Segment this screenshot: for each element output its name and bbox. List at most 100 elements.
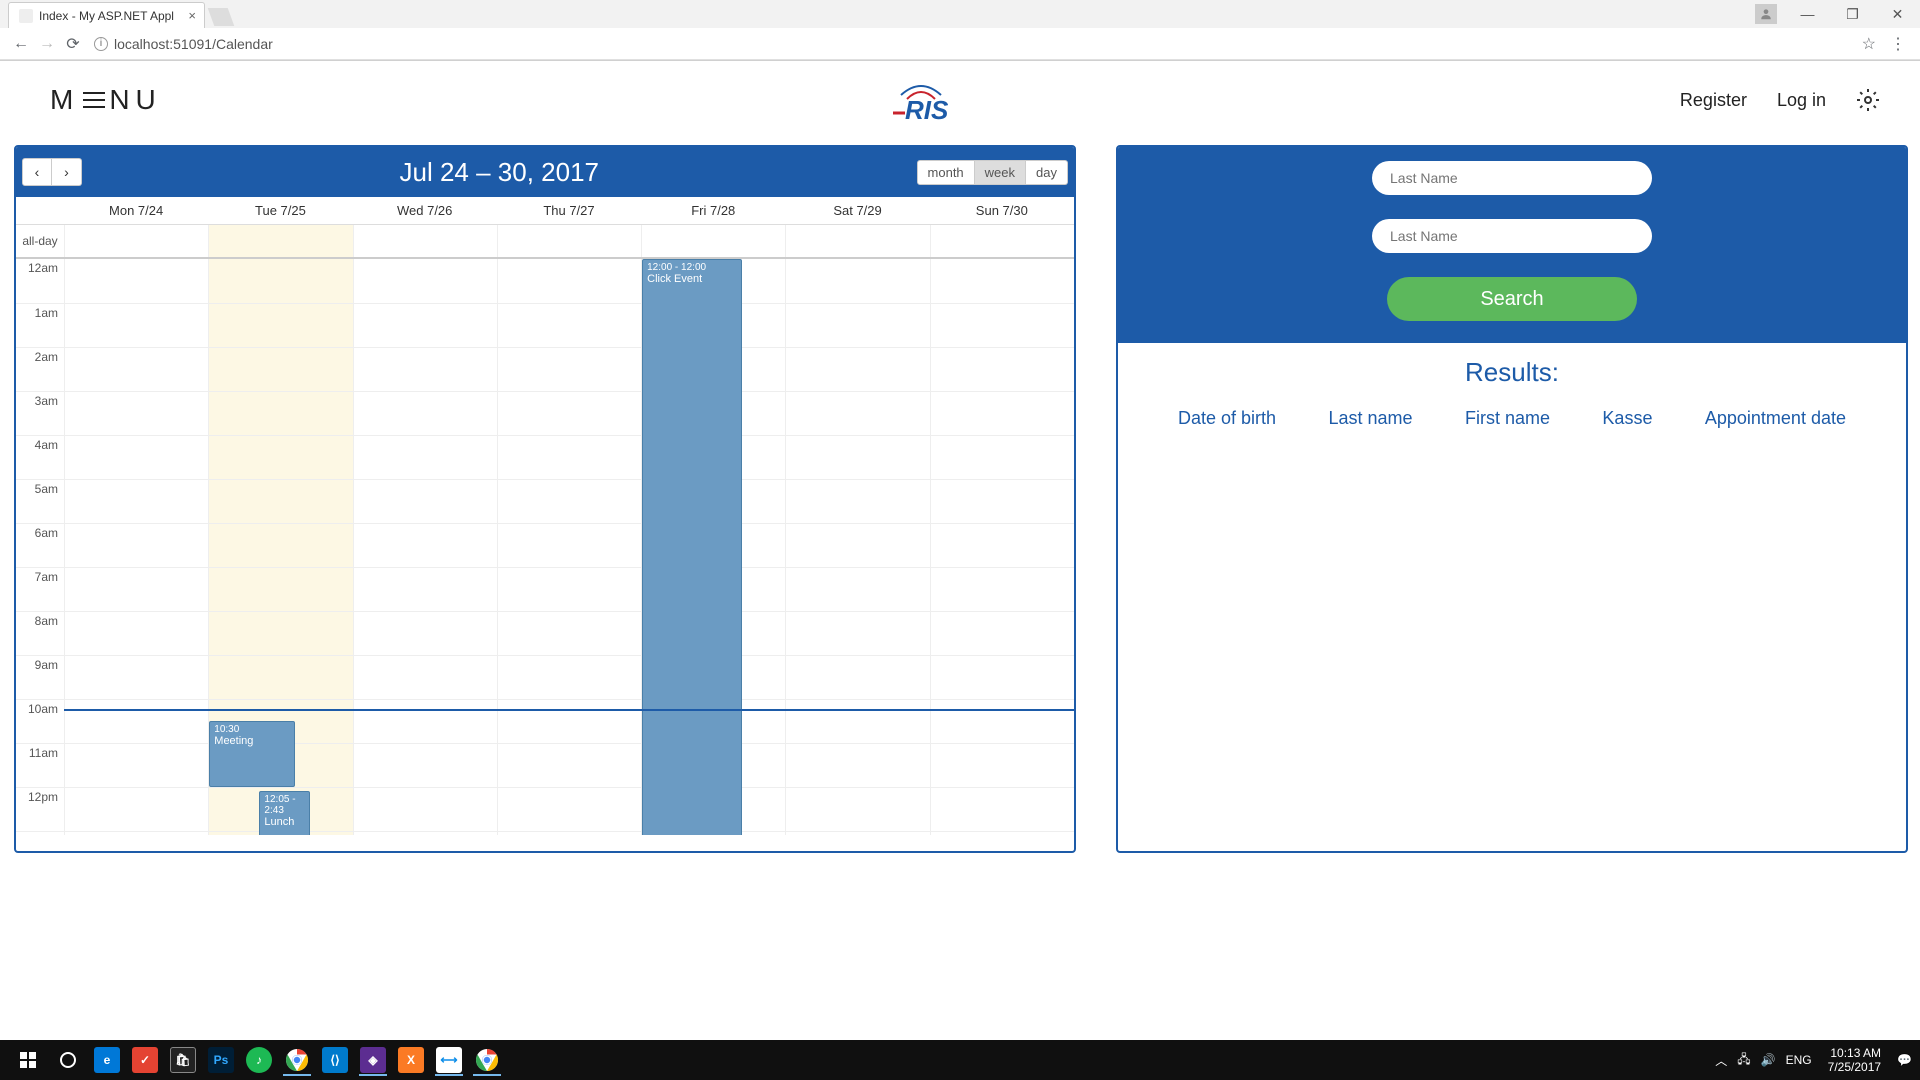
day-header[interactable]: Wed 7/26: [353, 197, 497, 224]
day-header[interactable]: Thu 7/27: [497, 197, 641, 224]
tray-time: 10:13 AM: [1828, 1046, 1881, 1060]
menu-letter-m: M: [50, 84, 79, 116]
taskbar-app-store[interactable]: 🛍: [165, 1044, 201, 1076]
results-title: Results:: [1158, 357, 1866, 388]
hour-label: 10am: [16, 699, 64, 743]
calendar-event[interactable]: 12:00 - 12:00Click Event: [642, 259, 742, 835]
allday-cell[interactable]: [497, 225, 641, 257]
taskbar-app-chrome[interactable]: [279, 1044, 315, 1076]
day-header[interactable]: Fri 7/28: [641, 197, 785, 224]
tray-network-icon[interactable]: 🖧: [1737, 1050, 1750, 1071]
taskbar-app-xampp[interactable]: X: [393, 1044, 429, 1076]
close-window-button[interactable]: ✕: [1875, 0, 1920, 28]
now-indicator: [64, 709, 1074, 711]
taskbar-app-edge[interactable]: e: [89, 1044, 125, 1076]
lastname-input-2[interactable]: [1372, 219, 1652, 253]
hour-label: 11am: [16, 743, 64, 787]
hour-label: 2am: [16, 347, 64, 391]
new-tab-button[interactable]: [208, 8, 235, 26]
site-info-icon[interactable]: i: [94, 37, 108, 51]
user-icon[interactable]: [1755, 4, 1777, 24]
login-link[interactable]: Log in: [1777, 90, 1826, 111]
hour-label: 8am: [16, 611, 64, 655]
prev-week-button[interactable]: ‹: [22, 158, 52, 186]
calendar-event[interactable]: 10:30Meeting: [209, 721, 295, 787]
taskbar-app-vscode[interactable]: ⟨⟩: [317, 1044, 353, 1076]
hour-label: 4am: [16, 435, 64, 479]
day-header[interactable]: Mon 7/24: [64, 197, 208, 224]
taskbar-app-photoshop[interactable]: Ps: [203, 1044, 239, 1076]
taskbar-app-chrome-2[interactable]: [469, 1044, 505, 1076]
tab-title: Index - My ASP.NET Appl: [39, 9, 174, 23]
hour-label: 1pm: [16, 831, 64, 835]
search-button[interactable]: Search: [1387, 277, 1637, 321]
day-column[interactable]: [497, 259, 641, 835]
tray-date: 7/25/2017: [1828, 1060, 1881, 1074]
col-date-of-birth[interactable]: Date of birth: [1178, 408, 1276, 429]
cortana-icon[interactable]: [48, 1040, 88, 1080]
reload-button[interactable]: ⟳: [60, 31, 86, 57]
col-kasse[interactable]: Kasse: [1602, 408, 1652, 429]
start-button[interactable]: [8, 1040, 48, 1080]
forward-button[interactable]: →: [34, 31, 60, 57]
day-header[interactable]: Sat 7/29: [785, 197, 929, 224]
view-month-button[interactable]: month: [917, 160, 975, 185]
close-tab-icon[interactable]: ×: [188, 8, 196, 23]
view-week-button[interactable]: week: [975, 160, 1026, 185]
browser-tab[interactable]: Index - My ASP.NET Appl ×: [8, 2, 205, 28]
minimize-button[interactable]: —: [1785, 0, 1830, 28]
day-column[interactable]: [785, 259, 929, 835]
allday-cell[interactable]: [208, 225, 352, 257]
tray-language[interactable]: ENG: [1786, 1053, 1812, 1067]
search-panel: Search Results: Date of birth Last name …: [1116, 145, 1908, 853]
allday-cell[interactable]: [641, 225, 785, 257]
day-column[interactable]: [64, 259, 208, 835]
taskbar-app-spotify[interactable]: ♪: [241, 1044, 277, 1076]
col-last-name[interactable]: Last name: [1328, 408, 1412, 429]
allday-label: all-day: [16, 225, 64, 257]
maximize-button[interactable]: ❐: [1830, 0, 1875, 28]
tab-favicon: [19, 9, 33, 23]
taskbar-app-teamviewer[interactable]: ⟷: [431, 1044, 467, 1076]
day-header[interactable]: Tue 7/25: [208, 197, 352, 224]
address-bar[interactable]: i localhost:51091/Calendar: [86, 36, 1862, 52]
taskbar-app-todoist[interactable]: ✓: [127, 1044, 163, 1076]
allday-cell[interactable]: [353, 225, 497, 257]
taskbar: e ✓ 🛍 Ps ♪ ⟨⟩ ◈ X ⟷ ︿ 🖧 🔊 ENG 10:13 AM 7…: [0, 1040, 1920, 1080]
hamburger-icon: [83, 92, 105, 108]
register-link[interactable]: Register: [1680, 90, 1747, 111]
calendar-scroll[interactable]: 12am1am2am3am4am5am6am7am8am9am10am11am1…: [16, 259, 1074, 835]
lastname-input-1[interactable]: [1372, 161, 1652, 195]
tray-volume-icon[interactable]: 🔊: [1761, 1053, 1776, 1067]
hour-label: 3am: [16, 391, 64, 435]
allday-cell[interactable]: [930, 225, 1074, 257]
allday-cell[interactable]: [64, 225, 208, 257]
day-column[interactable]: 10:30Meeting12:05 - 2:43Lunch: [208, 259, 352, 835]
tray-notifications-icon[interactable]: 💬: [1897, 1053, 1912, 1067]
hour-label: 12pm: [16, 787, 64, 831]
hour-label: 5am: [16, 479, 64, 523]
col-appointment-date[interactable]: Appointment date: [1705, 408, 1846, 429]
calendar-event[interactable]: 12:05 - 2:43Lunch: [259, 791, 309, 835]
next-week-button[interactable]: ›: [52, 158, 82, 186]
calendar-panel: ‹ › Jul 24 – 30, 2017 month week day Mon…: [14, 145, 1076, 853]
tray-clock[interactable]: 10:13 AM 7/25/2017: [1822, 1046, 1887, 1074]
day-header[interactable]: Sun 7/30: [930, 197, 1074, 224]
view-day-button[interactable]: day: [1026, 160, 1068, 185]
day-column[interactable]: [930, 259, 1074, 835]
menu-icon[interactable]: ⋮: [1890, 34, 1906, 54]
logo[interactable]: RIS: [162, 75, 1680, 125]
menu-button[interactable]: M NU: [50, 84, 162, 116]
gear-icon[interactable]: [1856, 88, 1880, 112]
menu-letter-nu: NU: [109, 84, 161, 116]
bookmark-icon[interactable]: ☆: [1862, 34, 1876, 54]
day-column[interactable]: [353, 259, 497, 835]
hour-label: 7am: [16, 567, 64, 611]
col-first-name[interactable]: First name: [1465, 408, 1550, 429]
back-button[interactable]: ←: [8, 31, 34, 57]
taskbar-app-visualstudio[interactable]: ◈: [355, 1044, 391, 1076]
hour-label: 12am: [16, 259, 64, 303]
day-column[interactable]: 12:00 - 12:00Click Event: [641, 259, 785, 835]
allday-cell[interactable]: [785, 225, 929, 257]
tray-chevron-icon[interactable]: ︿: [1715, 1052, 1727, 1069]
